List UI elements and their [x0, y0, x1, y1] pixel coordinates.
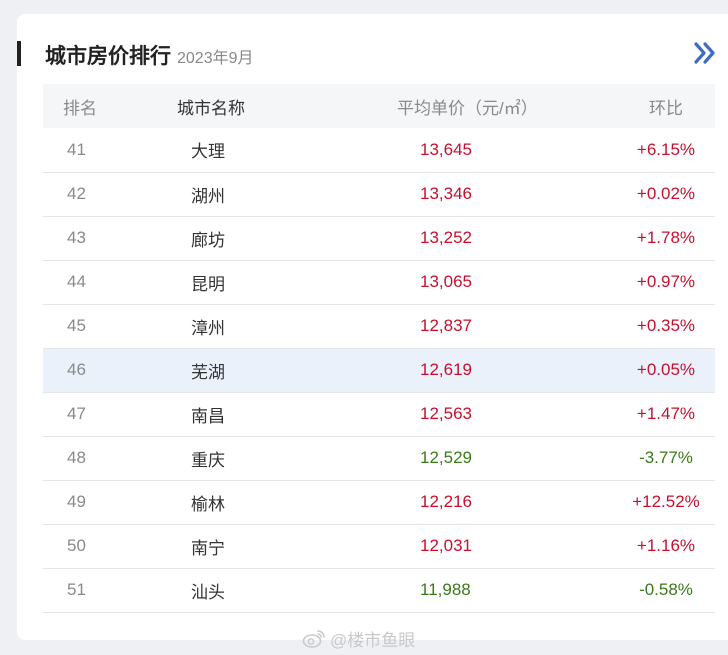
watermark: @楼市鱼眼 [302, 626, 415, 651]
table-row[interactable]: 41 大理 13,645 +6.15% [43, 128, 715, 172]
change-cell: +1.78% [636, 228, 696, 247]
change-cell: +6.15% [636, 139, 696, 159]
city-cell: 漳州 [191, 318, 225, 338]
ranking-table: 排名 城市名称 平均单价（元/㎡） 环比 41 大理 13,645 +6.15% 42 湖… [43, 84, 715, 613]
city-cell: 芜湖 [191, 362, 225, 382]
price-cell: 12,529 [420, 448, 472, 467]
title-text: 城市房价排行 [45, 45, 171, 68]
rank-cell: 49 [67, 492, 86, 511]
table-header-row: 排名 城市名称 平均单价（元/㎡） 环比 [43, 84, 715, 128]
change-cell: +0.97% [636, 272, 696, 291]
title-accent-bar [17, 41, 21, 66]
table-row[interactable]: 47 南昌 12,563 +1.47% [43, 392, 715, 436]
table-row[interactable]: 48 重庆 12,529 -3.77% [43, 436, 715, 480]
price-cell: 12,837 [420, 316, 472, 335]
price-cell: 12,619 [420, 360, 472, 379]
change-cell: +0.35% [636, 316, 696, 335]
rank-cell: 47 [67, 404, 86, 423]
price-cell: 12,216 [420, 492, 472, 511]
rank-cell: 45 [67, 316, 86, 335]
ranking-card: 城市房价排行 2023年9月 排名 城市名称 平均单价（元/㎡） 环比 41 大理 1… [17, 14, 728, 640]
change-cell: +1.16% [636, 536, 696, 555]
rank-cell: 46 [67, 360, 86, 379]
city-cell: 大理 [191, 142, 225, 162]
table-row[interactable]: 50 南宁 12,031 +1.16% [43, 524, 715, 568]
more-button[interactable] [689, 38, 719, 68]
change-cell: +12.52% [632, 492, 700, 511]
change-cell: +0.02% [636, 184, 696, 203]
table-row[interactable]: 51 汕头 11,988 -0.58% [43, 568, 715, 612]
change-cell: +0.05% [636, 360, 696, 379]
city-cell: 廊坊 [191, 230, 225, 250]
city-cell: 南昌 [191, 406, 225, 426]
rank-cell: 42 [67, 184, 86, 203]
table-row[interactable]: 49 榆林 12,216 +12.52% [43, 480, 715, 524]
rank-cell: 44 [67, 272, 86, 291]
rank-cell: 51 [67, 580, 86, 599]
table-row[interactable]: 46 芜湖 12,619 +0.05% [43, 348, 715, 392]
col-header-price: 平均单价（元/㎡） [397, 98, 538, 118]
city-cell: 昆明 [191, 274, 225, 294]
city-cell: 重庆 [191, 450, 225, 470]
city-cell: 南宁 [191, 538, 225, 558]
price-cell: 12,563 [420, 404, 472, 423]
watermark-text: @楼市鱼眼 [330, 631, 416, 650]
price-cell: 13,645 [420, 139, 472, 159]
weibo-icon [302, 629, 325, 648]
rank-cell: 48 [67, 448, 86, 467]
table-row[interactable]: 42 湖州 13,346 +0.02% [43, 172, 715, 216]
city-cell: 榆林 [191, 494, 225, 514]
city-cell: 湖州 [191, 186, 225, 206]
change-cell: -0.58% [639, 580, 693, 599]
rank-cell: 43 [67, 228, 86, 247]
double-chevron-right-icon [694, 42, 715, 64]
rank-cell: 41 [67, 139, 86, 159]
title-date: 2023年9月 [177, 50, 254, 67]
table-row[interactable]: 45 漳州 12,837 +0.35% [43, 304, 715, 348]
table-row[interactable]: 43 廊坊 13,252 +1.78% [43, 216, 715, 260]
col-header-rank: 排名 [63, 98, 97, 118]
price-cell: 12,031 [420, 536, 472, 555]
table-body: 41 大理 13,645 +6.15% 42 湖州 13,346 +0.02% 43 廊坊 13,2… [43, 128, 715, 612]
change-cell: -3.77% [639, 448, 693, 467]
price-cell: 11,988 [420, 580, 471, 599]
table-row[interactable]: 44 昆明 13,065 +0.97% [43, 260, 715, 304]
rank-cell: 50 [67, 536, 86, 555]
price-cell: 13,346 [420, 184, 472, 203]
page-title: 城市房价排行 2023年9月 [45, 40, 254, 70]
col-header-change: 环比 [649, 98, 683, 118]
price-cell: 13,252 [420, 228, 472, 247]
col-header-city: 城市名称 [177, 98, 245, 118]
price-cell: 13,065 [420, 272, 472, 291]
city-cell: 汕头 [191, 582, 225, 602]
change-cell: +1.47% [636, 404, 696, 423]
